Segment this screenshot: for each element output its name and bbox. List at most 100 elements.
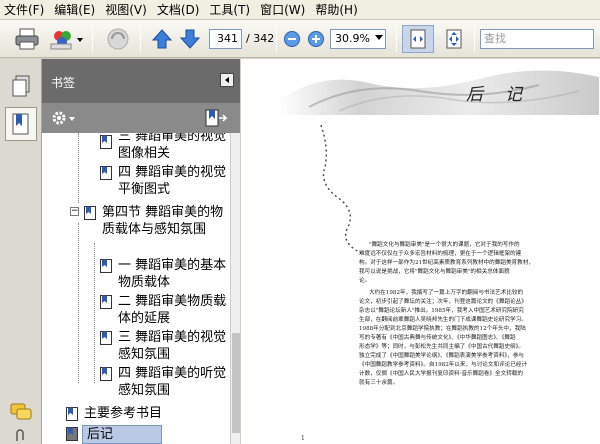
bookmark-label: 后记	[82, 425, 163, 444]
bookmark-label: 三 舞蹈审美的视觉图像相关	[118, 133, 227, 161]
page-footer: 1	[301, 435, 305, 442]
attachment-icon	[107, 28, 129, 50]
expand-bookmark-button[interactable]	[204, 108, 228, 131]
menu-file[interactable]: 文件(F)	[4, 1, 44, 18]
bookmark-item[interactable]: 四 舞蹈审美的视觉平衡图式	[100, 164, 228, 198]
bookmark-label: 二 舞蹈审美物质载体的延展	[118, 294, 227, 326]
bookmark-page-icon	[84, 206, 96, 220]
zoom-out-icon	[284, 31, 300, 47]
fit-page-button[interactable]	[440, 25, 468, 53]
zoom-in-button[interactable]	[306, 25, 326, 53]
doc-line: 就有三十余篇。	[359, 380, 399, 386]
bookmark-page-icon	[100, 166, 112, 180]
fit-width-icon	[410, 29, 426, 49]
bookmark-page-icon	[100, 331, 112, 345]
menu-bar: 文件(F) 编辑(E) 视图(V) 文档(D) 工具(T) 窗口(W) 帮助(H…	[0, 0, 600, 20]
bookmark-label: 一 舞蹈审美的基本物质载体	[118, 258, 227, 290]
bookmark-label: 主要参考书目	[84, 406, 163, 421]
bookmark-item[interactable]: 一 舞蹈审美的基本物质载体	[100, 257, 228, 291]
doc-line: 论文，初步引起了舞坛的关注；次年，刊登这篇论文的《舞蹈论丛》	[359, 299, 527, 305]
bookmark-page-icon	[66, 427, 78, 441]
attachments-panel-button[interactable]	[5, 429, 37, 443]
bookmarks-scrollbar[interactable]	[230, 133, 240, 444]
gear-icon	[52, 111, 75, 125]
doc-line: 我可以说是挑战，它将"舞蹈文化与舞蹈审美"的相关总体面貌	[359, 269, 510, 275]
menu-window[interactable]: 窗口(W)	[260, 1, 305, 18]
share-button[interactable]	[48, 25, 86, 53]
doc-line: 《中国舞蹈教学参考资料》。自1982年以来，与讨论文和评论已经计	[359, 362, 528, 368]
bookmark-item[interactable]: 二 舞蹈审美物质载体的延展	[100, 293, 228, 327]
navigation-strip	[0, 59, 42, 444]
bookmark-label: 四 舞蹈审美的视觉平衡图式	[118, 165, 227, 197]
zoom-out-button[interactable]	[282, 25, 302, 53]
menu-edit[interactable]: 编辑(E)	[54, 1, 95, 18]
document-view[interactable]: 后记 "舞蹈文化与舞蹈审美"是一个很大的课题，它对于我的写作的 难度远不仅仅在于…	[241, 59, 600, 444]
menu-tools[interactable]: 工具(T)	[209, 1, 250, 18]
options-button[interactable]	[50, 109, 78, 130]
printer-icon	[15, 28, 39, 50]
doc-line: 论。	[359, 278, 371, 284]
scrollbar-thumb[interactable]	[232, 333, 240, 433]
bookmark-page-icon	[66, 407, 78, 421]
comment-icon	[10, 403, 32, 420]
arrow-down-icon	[179, 29, 201, 49]
doc-line: 构。对于这样一部作为21世纪高素质教育系列教材中的舞蹈美育教材，	[359, 260, 534, 266]
paperclip-icon	[16, 429, 24, 441]
bookmark-item[interactable]: 三 舞蹈审美的视觉感知氛围	[100, 329, 228, 363]
doc-line: 写的专著有《中国古典舞与传统文化》、《中华舞蹈图志》、《舞蹈	[359, 335, 516, 341]
bookmark-item[interactable]: 主要参考书目	[66, 405, 226, 422]
next-page-button[interactable]	[178, 25, 202, 53]
pages-panel-button[interactable]	[5, 69, 37, 103]
doc-line: 形态学》等；同时，与彭松先生共同主编了《中国古代舞蹈史纲》。	[359, 344, 525, 350]
document-heading: 后记	[466, 85, 544, 105]
doc-line: 独立完成了《中国舞蹈美学论纲》、《舞蹈表演美学参考资料》，参与	[359, 353, 525, 359]
bookmark-page-icon	[100, 367, 112, 381]
bookmark-label: 四 舞蹈审美的听觉感知氛围	[118, 366, 227, 398]
page-number-input[interactable]: 341	[209, 29, 242, 49]
bookmark-item[interactable]: 三 舞蹈审美的视觉图像相关	[100, 133, 228, 162]
collapse-toggle[interactable]: −	[70, 207, 79, 216]
header-decoration-image	[279, 70, 599, 115]
comments-panel-button[interactable]	[5, 395, 37, 429]
doc-line: 1988年分配到北京舞蹈学院执教；在舞蹈执教的12个年头中，我陆	[359, 326, 526, 332]
panel-menu-button[interactable]	[220, 73, 234, 87]
zoom-in-icon	[308, 31, 324, 47]
menu-view[interactable]: 视图(V)	[105, 1, 147, 18]
bookmarks-panel-header: 书签	[42, 59, 240, 103]
bookmark-item[interactable]: 第四节 舞蹈审美的物质载体与感知氛围	[84, 204, 228, 238]
toolbar: 341 / 342 30.9% 查找	[0, 20, 600, 58]
bookmark-page-icon	[100, 135, 112, 149]
bookmark-label: 第四节 舞蹈审美的物质载体与感知氛围	[102, 205, 224, 237]
bookmarks-panel-title: 书签	[51, 76, 76, 90]
doc-line: 大约在1982年，我撰写了一篇上万字的翻阅与书法艺术比较的	[369, 290, 524, 296]
doc-line: "舞蹈文化与舞蹈审美"是一个很大的课题，它对于我的写作的	[369, 242, 520, 248]
bookmark-item[interactable]: 四 舞蹈审美的听觉感知氛围	[100, 365, 228, 399]
bookmark-go-icon	[205, 109, 228, 127]
bookmark-tree: 三 舞蹈审美的视觉图像相关 四 舞蹈审美的视觉平衡图式 − 第四节 舞蹈审美的物…	[42, 133, 230, 444]
doc-line: 计数，仅搁《中国人民大学报刊复印资料·音乐舞蹈卷》全文转载的	[359, 371, 523, 377]
menu-document[interactable]: 文档(D)	[157, 1, 200, 18]
doc-line: 生部，在翻阅前辈舞蹈人吴晓邦先生的门下成课舞蹈史论研究学习。	[359, 317, 527, 323]
zoom-select[interactable]: 30.9%	[330, 29, 386, 49]
dotted-flourish-image	[320, 124, 362, 254]
fit-page-icon	[446, 29, 462, 49]
doc-line: 难度远不仅仅在于众多宏旨材料的梳理，更在于一个逻辑框架的建	[359, 251, 522, 257]
bookmark-item-selected[interactable]: 后记	[66, 425, 216, 444]
zoom-value: 30.9%	[335, 32, 370, 45]
bookmarks-panel-button[interactable]	[5, 107, 37, 141]
pages-icon	[12, 75, 30, 97]
fit-width-button[interactable]	[402, 25, 434, 53]
attach-button[interactable]	[102, 25, 134, 53]
bookmark-icon	[12, 113, 29, 135]
chevron-down-icon	[375, 35, 383, 40]
doc-line: 杂志以"舞蹈论坛新人"推出。1985年，我考入中国艺术研究院研究	[359, 308, 524, 314]
menu-help[interactable]: 帮助(H)	[315, 1, 357, 18]
print-button[interactable]	[12, 25, 42, 53]
previous-page-button[interactable]	[150, 25, 174, 53]
bookmark-page-icon	[100, 295, 112, 309]
bookmarks-toolbar	[42, 103, 240, 133]
triangle-left-icon	[225, 77, 229, 83]
bookmark-page-icon	[100, 259, 112, 273]
search-input[interactable]: 查找	[480, 29, 594, 49]
arrow-up-icon	[151, 29, 173, 49]
